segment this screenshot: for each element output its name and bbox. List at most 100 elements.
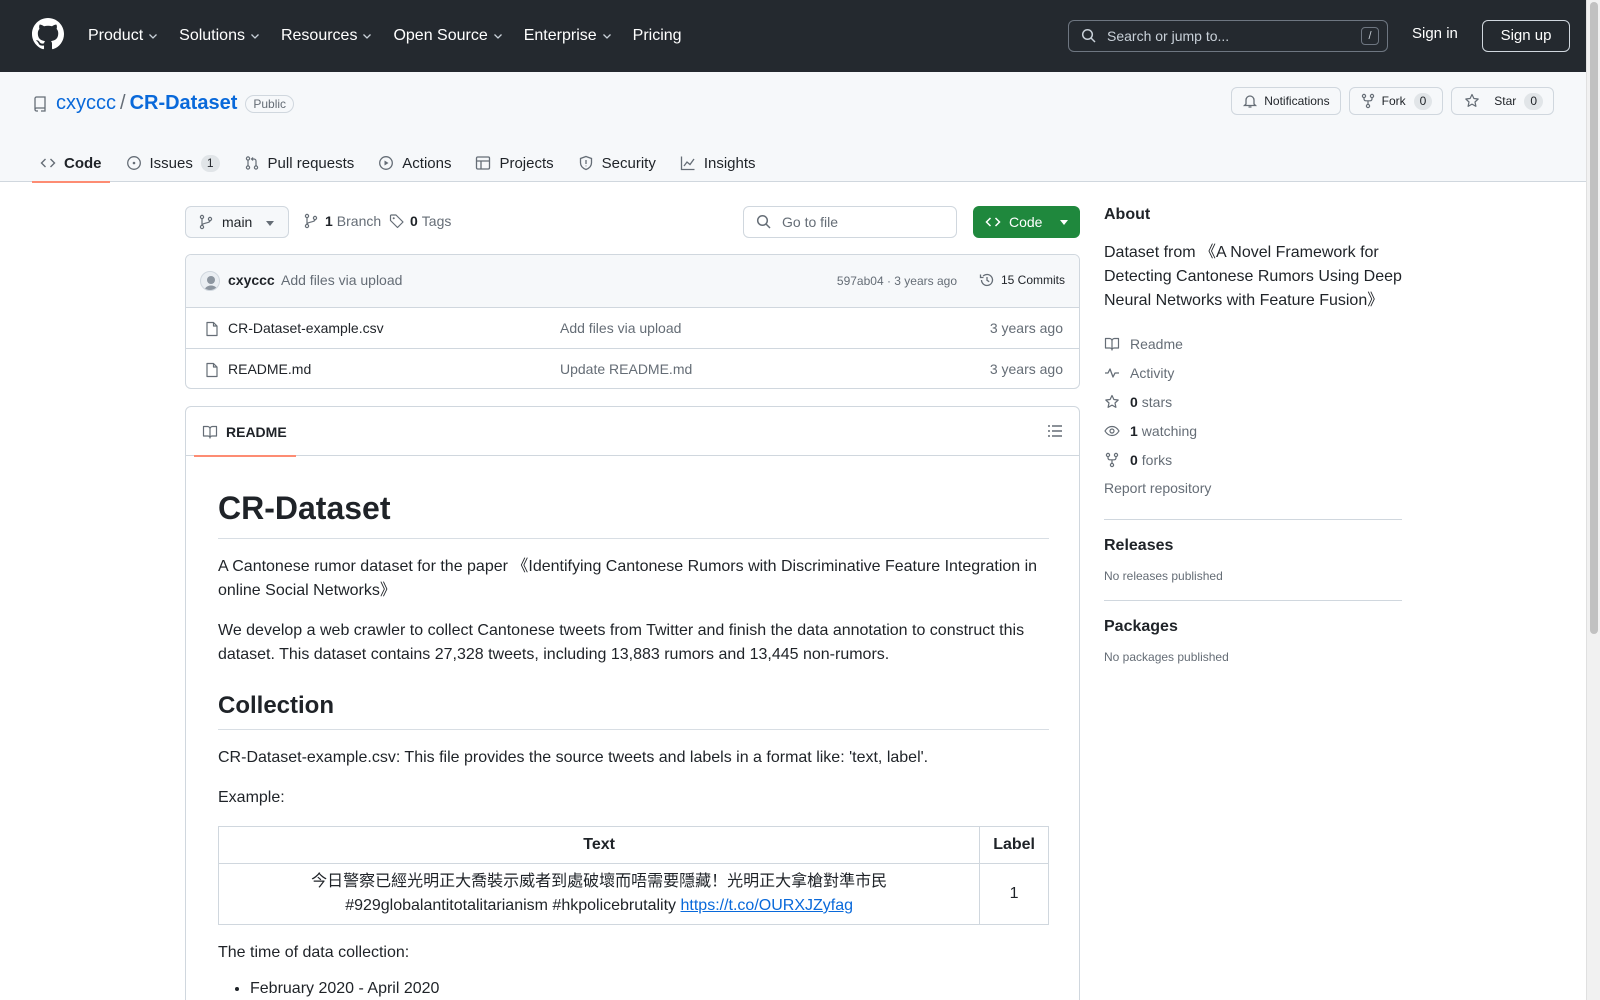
tab-projects-label: Projects [499, 154, 554, 172]
table-icon [476, 156, 491, 170]
notifications-button[interactable]: Notifications [1231, 87, 1341, 115]
pull-request-icon [245, 156, 258, 170]
table-row: 今日警察已經光明正大喬裝示威者到處破壞而唔需要隱藏！光明正大拿槍對準市民 #92… [217, 863, 1049, 925]
file-icon [206, 321, 218, 337]
table-header-label: Label [979, 826, 1049, 864]
search-shortcut-key: / [1361, 27, 1379, 45]
commit-message[interactable]: Add files via upload [281, 272, 402, 288]
nav-pricing[interactable]: Pricing [633, 20, 682, 52]
tab-actions[interactable]: Actions [370, 144, 459, 182]
releases-heading[interactable]: Releases [1104, 537, 1402, 555]
code-button[interactable]: Code [973, 206, 1080, 238]
file-commit-message[interactable]: Update README.md [560, 361, 692, 377]
repo-path-separator: / [120, 92, 126, 114]
nav-enterprise[interactable]: Enterprise [524, 20, 613, 52]
table-cell-label: 1 [979, 863, 1049, 925]
search-icon [1081, 28, 1096, 43]
readme-header: README [186, 407, 1079, 457]
fork-icon [1105, 452, 1119, 467]
file-name[interactable]: CR-Dataset-example.csv [228, 320, 384, 336]
chevron-down-icon [149, 34, 158, 39]
branch-count: 1 [325, 213, 333, 229]
eye-icon [1104, 425, 1120, 436]
star-counter: 0 [1524, 92, 1543, 110]
packages-empty-text: No packages published [1104, 650, 1229, 664]
star-button[interactable]: Star 0 [1451, 87, 1554, 115]
github-logo-icon[interactable] [32, 18, 64, 50]
repo-owner-link[interactable]: cxyccc [56, 92, 116, 115]
go-to-file-input[interactable]: Go to file [743, 206, 957, 238]
repo-actions: Notifications Fork 0 Star 0 [1223, 87, 1554, 115]
caret-down-icon [1060, 220, 1068, 225]
commit-hash-time[interactable]: 597ab04 · 3 years ago [837, 274, 957, 288]
packages-section: Packages No packages published [1104, 601, 1402, 664]
stars-label: stars [1141, 393, 1173, 410]
tags-link[interactable]: 0 Tags [389, 213, 451, 229]
page-scrollbar[interactable] [1586, 0, 1600, 1000]
tab-code[interactable]: Code [32, 144, 110, 183]
nav-resources[interactable]: Resources [281, 20, 373, 52]
file-commit-date: 3 years ago [989, 320, 1063, 336]
issue-icon [126, 156, 141, 170]
chevron-down-icon [493, 34, 502, 39]
search-input[interactable]: Search or jump to... / [1068, 20, 1388, 52]
fork-button[interactable]: Fork 0 [1348, 87, 1444, 115]
commit-author[interactable]: cxyccc [228, 272, 275, 288]
avatar[interactable] [200, 271, 220, 291]
stars-link[interactable]: 0 stars [1104, 387, 1402, 416]
tab-insights[interactable]: Insights [672, 144, 764, 182]
activity-link[interactable]: Activity [1104, 358, 1402, 387]
table-cell-text: 今日警察已經光明正大喬裝示威者到處破壞而唔需要隱藏！光明正大拿槍對準市民 #92… [217, 863, 981, 925]
repo-description: Dataset from 《A Novel Framework for Dete… [1104, 244, 1402, 309]
issues-counter: 1 [200, 154, 220, 172]
forks-count: 0 [1130, 451, 1138, 468]
watchers-link[interactable]: 1 watching [1104, 416, 1402, 445]
branch-icon [304, 213, 318, 229]
packages-heading[interactable]: Packages [1104, 618, 1402, 636]
tab-pull-requests[interactable]: Pull requests [236, 144, 363, 182]
fork-label: Fork [1381, 94, 1406, 108]
graph-icon [680, 156, 695, 171]
nav-product-label: Product [88, 27, 144, 44]
list-icon[interactable] [1047, 423, 1063, 439]
readme-link[interactable]: Readme [1104, 329, 1402, 358]
fork-counter: 0 [1413, 92, 1433, 110]
tab-projects[interactable]: Projects [467, 144, 561, 182]
file-commit-message[interactable]: Add files via upload [560, 320, 681, 336]
sign-in-link[interactable]: Sign in [1412, 25, 1458, 42]
play-icon [379, 156, 394, 170]
file-browser: cxyccc Add files via upload 597ab04 · 3 … [185, 254, 1080, 389]
file-commit-date: 3 years ago [989, 361, 1063, 377]
file-row[interactable]: README.md Update README.md 3 years ago [186, 349, 1079, 388]
report-repository-link[interactable]: Report repository [1104, 474, 1402, 503]
tab-security[interactable]: Security [570, 144, 664, 182]
commits-link[interactable]: 15 Commits [979, 272, 1065, 288]
file-name[interactable]: README.md [228, 361, 311, 377]
forks-link[interactable]: 0 forks [1104, 445, 1402, 474]
scrollbar-thumb[interactable] [1590, 2, 1598, 634]
pulse-icon [1105, 367, 1119, 378]
sign-up-button[interactable]: Sign up [1482, 20, 1570, 52]
nav-product[interactable]: Product [88, 20, 159, 52]
file-row[interactable]: CR-Dataset-example.csv Add files via upl… [186, 308, 1079, 349]
tag-icon [389, 214, 404, 229]
search-placeholder: Search or jump to... [1107, 28, 1230, 44]
book-icon [1104, 337, 1120, 351]
code-button-label: Code [1009, 214, 1043, 230]
nav-open-source[interactable]: Open Source [393, 20, 503, 52]
readme-tab[interactable]: README [194, 407, 296, 457]
about-heading: About [1104, 206, 1151, 223]
branch-selector[interactable]: main [185, 206, 289, 238]
releases-section: Releases No releases published [1104, 520, 1402, 583]
tab-actions-label: Actions [402, 154, 452, 172]
table-header-row: Text Label [217, 826, 1049, 864]
watching-label: watching [1141, 422, 1198, 439]
code-icon [40, 158, 56, 168]
tab-issues[interactable]: Issues 1 [118, 144, 228, 182]
nav-solutions[interactable]: Solutions [179, 20, 261, 52]
repo-name-link[interactable]: CR-Dataset [130, 92, 238, 115]
tweet-link[interactable]: https://t.co/OURXJZyfag [681, 897, 854, 914]
collection-time-list: February 2020 - April 2020 [218, 977, 1049, 1000]
branches-link[interactable]: 1 Branch [303, 213, 381, 229]
visibility-badge: Public [245, 94, 295, 113]
